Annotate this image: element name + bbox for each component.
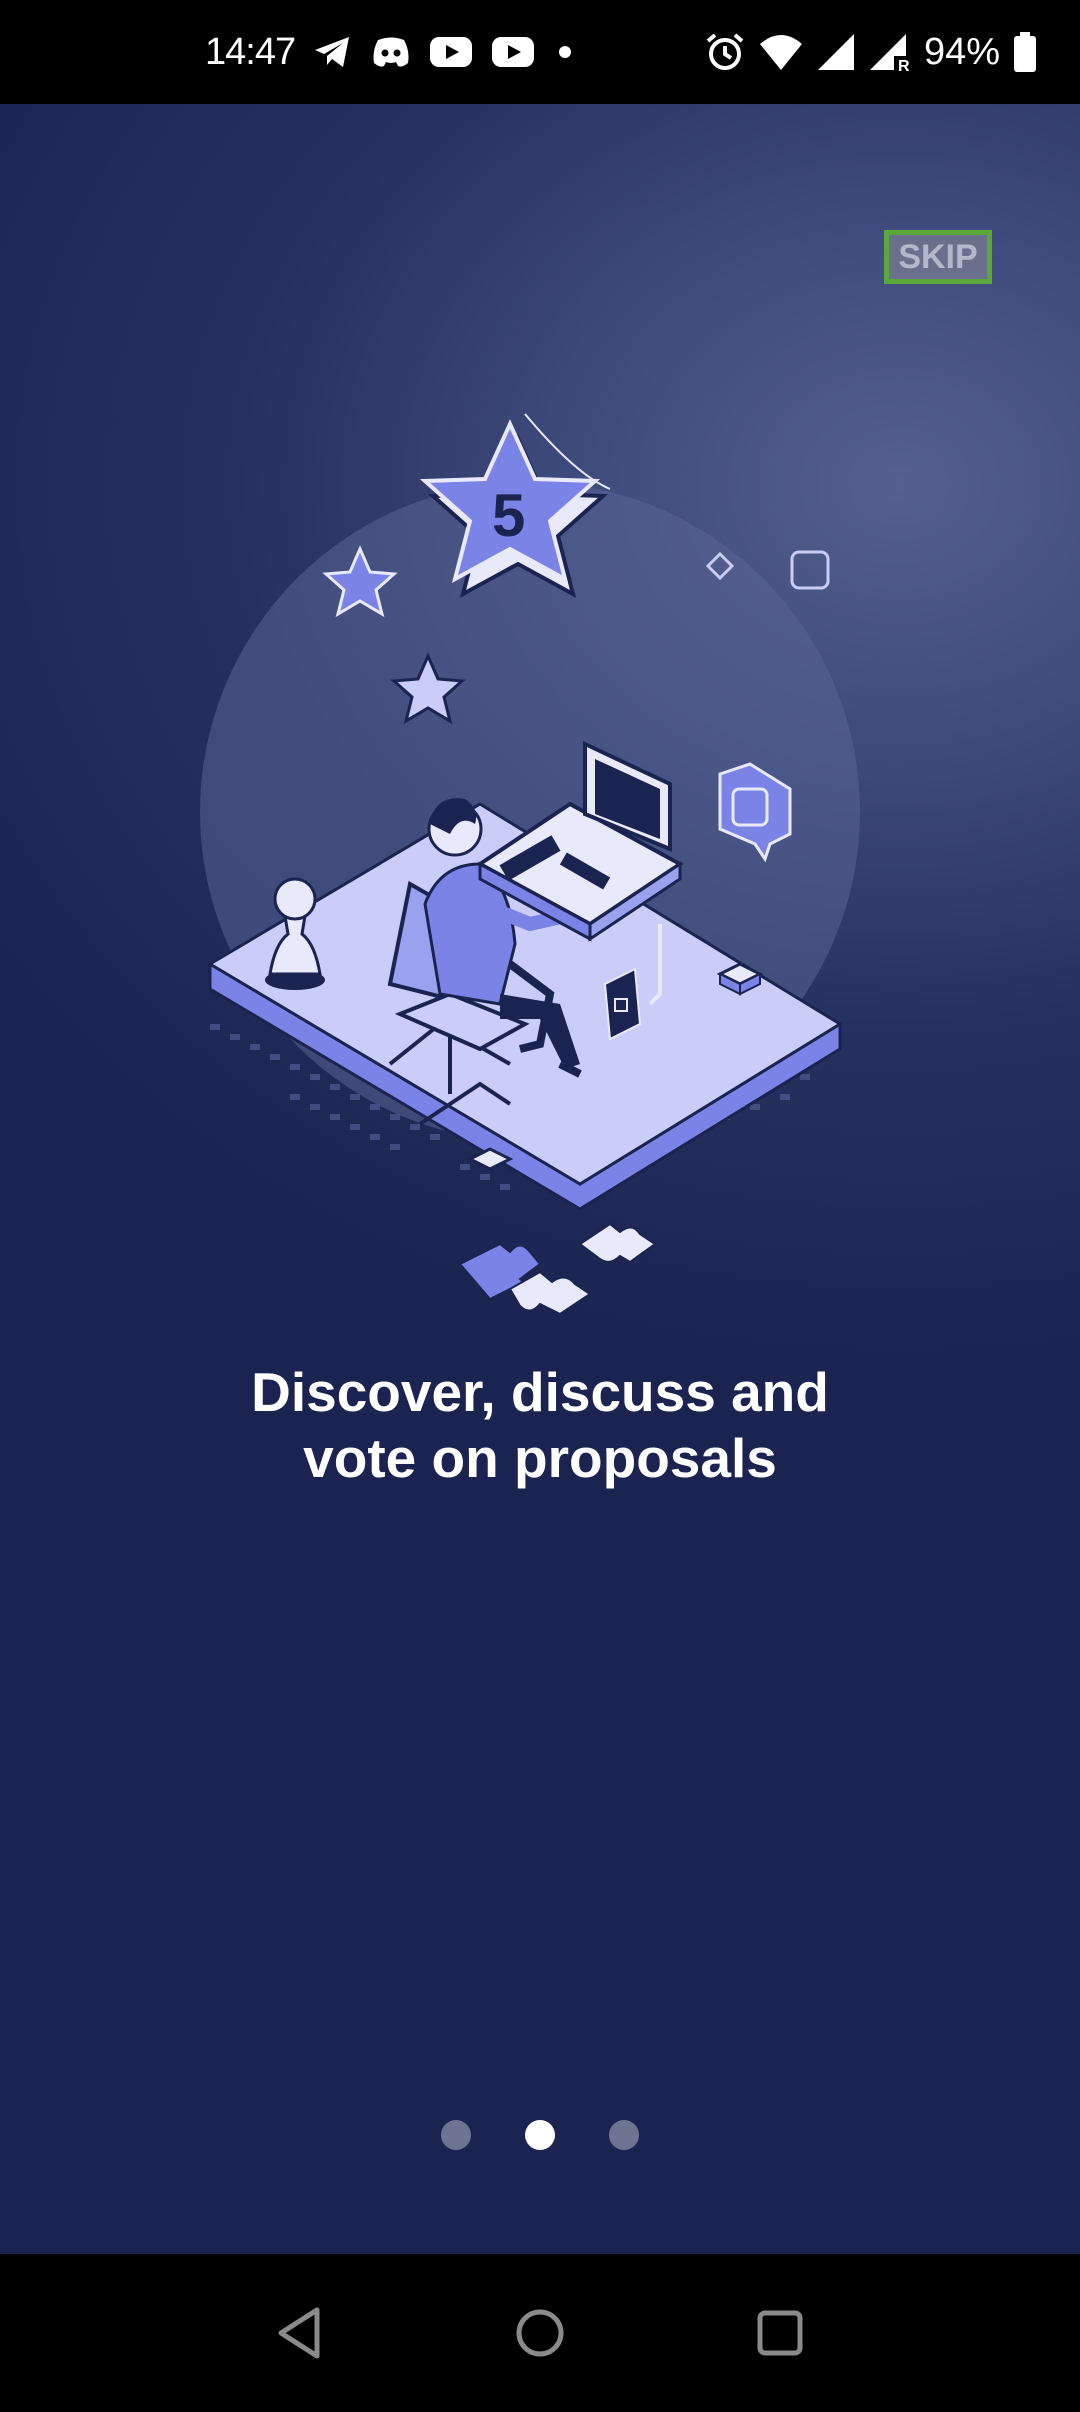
navigation-bar xyxy=(0,2254,1080,2412)
youtube-icon xyxy=(430,37,473,67)
home-icon xyxy=(516,2309,564,2357)
youtube-icon xyxy=(492,37,535,67)
alarm-icon xyxy=(706,33,744,70)
onboarding-screen: SKIP 5 Discover, discuss and vote on pro… xyxy=(0,104,1080,2254)
page-dot-3[interactable] xyxy=(609,2120,639,2150)
wifi-icon xyxy=(759,35,802,70)
skip-button[interactable]: SKIP xyxy=(884,230,992,284)
svg-text:5: 5 xyxy=(492,482,525,549)
recents-icon xyxy=(757,2310,803,2356)
svg-text:R: R xyxy=(898,58,910,72)
onboarding-illustration: 5 xyxy=(200,413,860,1316)
home-button[interactable] xyxy=(510,2303,570,2363)
headline-line-1: Discover, discuss and xyxy=(251,1361,829,1423)
headline-line-2: vote on proposals xyxy=(303,1427,777,1489)
puzzle-pieces xyxy=(458,1222,657,1316)
onboarding-headline: Discover, discuss and vote on proposals xyxy=(0,1359,1080,1491)
page-dot-1[interactable] xyxy=(441,2120,471,2150)
battery-icon xyxy=(1014,32,1036,72)
signal-icon xyxy=(817,34,854,70)
status-left: 14:47 xyxy=(205,0,577,104)
recents-button[interactable] xyxy=(750,2303,810,2363)
page-dot-2[interactable] xyxy=(525,2120,555,2150)
status-right: R 94% xyxy=(704,0,1038,104)
battery-percent: 94% xyxy=(923,30,1000,73)
discord-icon xyxy=(373,37,409,67)
back-icon xyxy=(278,2307,320,2359)
telegram-icon xyxy=(315,37,350,67)
status-time: 14:47 xyxy=(205,30,296,73)
status-bar: 14:47 R 94% xyxy=(0,0,1080,104)
page-indicator xyxy=(0,2120,1080,2150)
signal-roaming-icon: R xyxy=(869,34,910,72)
dot-icon xyxy=(559,46,572,58)
back-button[interactable] xyxy=(270,2303,330,2363)
